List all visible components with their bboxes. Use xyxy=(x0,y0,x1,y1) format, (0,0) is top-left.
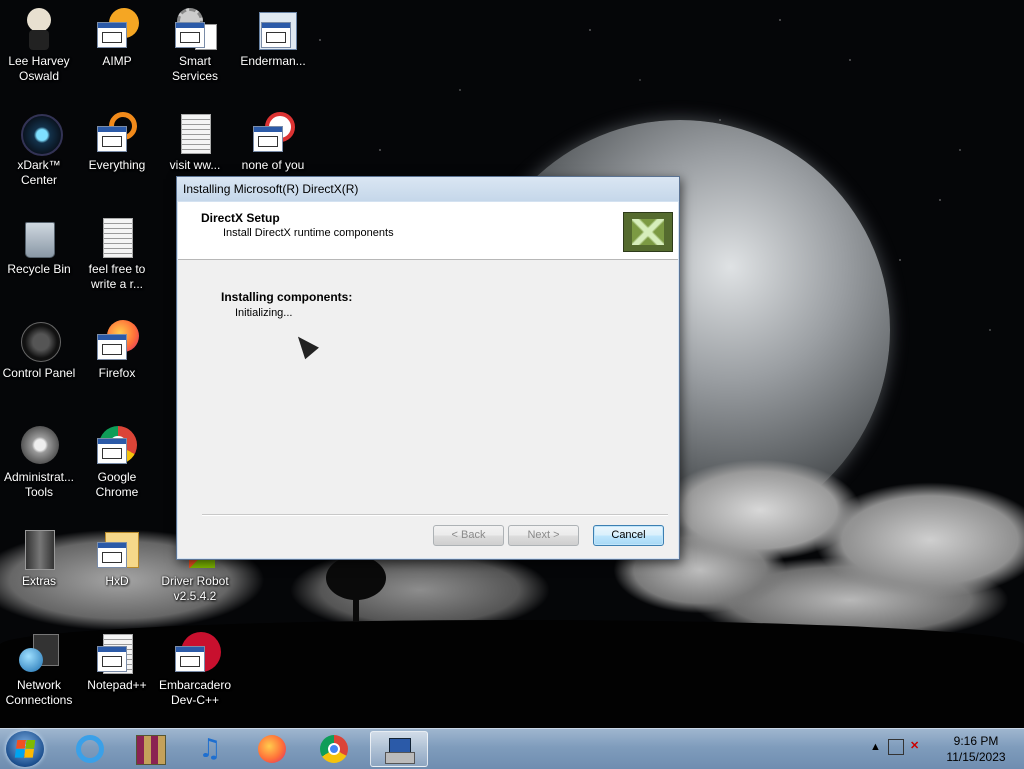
desktop-icon-network-connections[interactable]: Network Connections xyxy=(0,632,78,708)
firefox-icon xyxy=(258,735,286,763)
clock-date: 11/15/2023 xyxy=(946,750,1006,764)
clock-time: 9:16 PM xyxy=(953,734,999,748)
desktop-icon-aimp[interactable]: AIMP xyxy=(78,8,156,69)
desktop-icon-administrative-tools[interactable]: Administrat... Tools xyxy=(0,424,78,500)
firefox-icon xyxy=(95,320,139,364)
desktop-icon-xdark-center[interactable]: xDark™ Center xyxy=(0,112,78,188)
desktop-icon-extras[interactable]: Extras xyxy=(0,528,78,589)
aimp-icon xyxy=(95,8,139,52)
control-panel-icon xyxy=(17,320,61,364)
taskbar-directx-setup[interactable] xyxy=(370,731,428,767)
desktop-icon-notepadpp[interactable]: Notepad++ xyxy=(78,632,156,693)
network-icon xyxy=(17,632,61,676)
cancel-button[interactable]: Cancel xyxy=(593,525,664,546)
chrome-icon xyxy=(95,424,139,468)
desktop-icon-lee-harvey-oswald[interactable]: Lee Harvey Oswald xyxy=(0,8,78,84)
dialog-header: DirectX Setup Install DirectX runtime co… xyxy=(178,202,678,260)
document-icon xyxy=(173,112,217,156)
document-icon xyxy=(95,216,139,260)
directx-logo-icon xyxy=(623,212,673,252)
admin-tools-icon xyxy=(17,424,61,468)
desktop-icon-visit[interactable]: visit ww... xyxy=(156,112,234,173)
gears-icon xyxy=(173,8,217,52)
desktop-icon-everything[interactable]: Everything xyxy=(78,112,156,173)
header-title: DirectX Setup xyxy=(201,211,280,225)
volume-muted-icon[interactable]: ✕ xyxy=(910,739,919,752)
directx-setup-icon xyxy=(385,736,415,764)
everything-search-icon xyxy=(95,112,139,156)
desktop-icon-devcpp[interactable]: Embarcadero Dev-C++ xyxy=(156,632,234,708)
taskbar: ♫ ▲ ✕ 9:16 PM 11/15/2023 xyxy=(0,728,1024,769)
button-divider xyxy=(202,514,668,516)
taskbar-winrar[interactable] xyxy=(122,731,180,767)
taskbar-chrome[interactable] xyxy=(306,731,364,767)
desktop-icon-enderman[interactable]: Enderman... xyxy=(234,8,312,69)
notepadpp-icon xyxy=(95,632,139,676)
devcpp-icon xyxy=(173,632,221,676)
desktop-icon-recycle-bin[interactable]: Recycle Bin xyxy=(0,216,78,277)
desktop-icon-hxd[interactable]: HxD xyxy=(78,528,156,589)
chrome-icon xyxy=(320,735,348,763)
desktop-icon-google-chrome[interactable]: Google Chrome xyxy=(78,424,156,500)
character-icon xyxy=(17,8,61,52)
taskbar-internet-explorer[interactable] xyxy=(62,731,120,767)
network-tray-icon[interactable] xyxy=(888,739,904,755)
desktop-icon-smart-services[interactable]: Smart Services xyxy=(156,8,234,84)
show-hidden-icons-icon[interactable]: ▲ xyxy=(870,741,881,753)
dialog-title-bar[interactable]: Installing Microsoft(R) DirectX(R) xyxy=(177,177,679,201)
recycle-bin-icon xyxy=(17,216,61,260)
desktop-icon-control-panel[interactable]: Control Panel xyxy=(0,320,78,381)
internet-explorer-icon xyxy=(76,735,104,763)
music-player-icon: ♫ xyxy=(198,734,222,764)
desktop-icon-none-of-you[interactable]: none of you xyxy=(234,112,312,173)
directx-setup-dialog[interactable]: Installing Microsoft(R) DirectX(R) Direc… xyxy=(176,176,680,560)
desktop: Lee Harvey Oswald xDark™ Center Recycle … xyxy=(0,0,1024,728)
taskbar-music-player[interactable]: ♫ xyxy=(182,731,240,767)
desktop-icon-feel-free[interactable]: feel free to write a r... xyxy=(78,216,156,292)
start-button[interactable] xyxy=(6,731,44,767)
extras-icon xyxy=(17,528,61,572)
app-icon xyxy=(251,112,295,156)
status-detail: Initializing... xyxy=(235,307,293,319)
dialog-body: DirectX Setup Install DirectX runtime co… xyxy=(178,202,678,558)
xdark-icon xyxy=(17,112,63,156)
hxd-icon xyxy=(95,528,139,572)
tree-silhouette xyxy=(326,556,386,622)
window-app-icon xyxy=(251,8,297,52)
taskbar-clock[interactable]: 9:16 PM 11/15/2023 xyxy=(936,733,1016,765)
desktop-icon-firefox[interactable]: Firefox xyxy=(78,320,156,381)
header-subtitle: Install DirectX runtime components xyxy=(223,227,394,239)
winrar-icon xyxy=(136,735,166,765)
status-heading: Installing components: xyxy=(221,290,353,304)
back-button[interactable]: < Back xyxy=(433,525,504,546)
system-tray: ▲ ✕ xyxy=(870,739,930,759)
taskbar-firefox[interactable] xyxy=(244,731,302,767)
next-button[interactable]: Next > xyxy=(508,525,579,546)
